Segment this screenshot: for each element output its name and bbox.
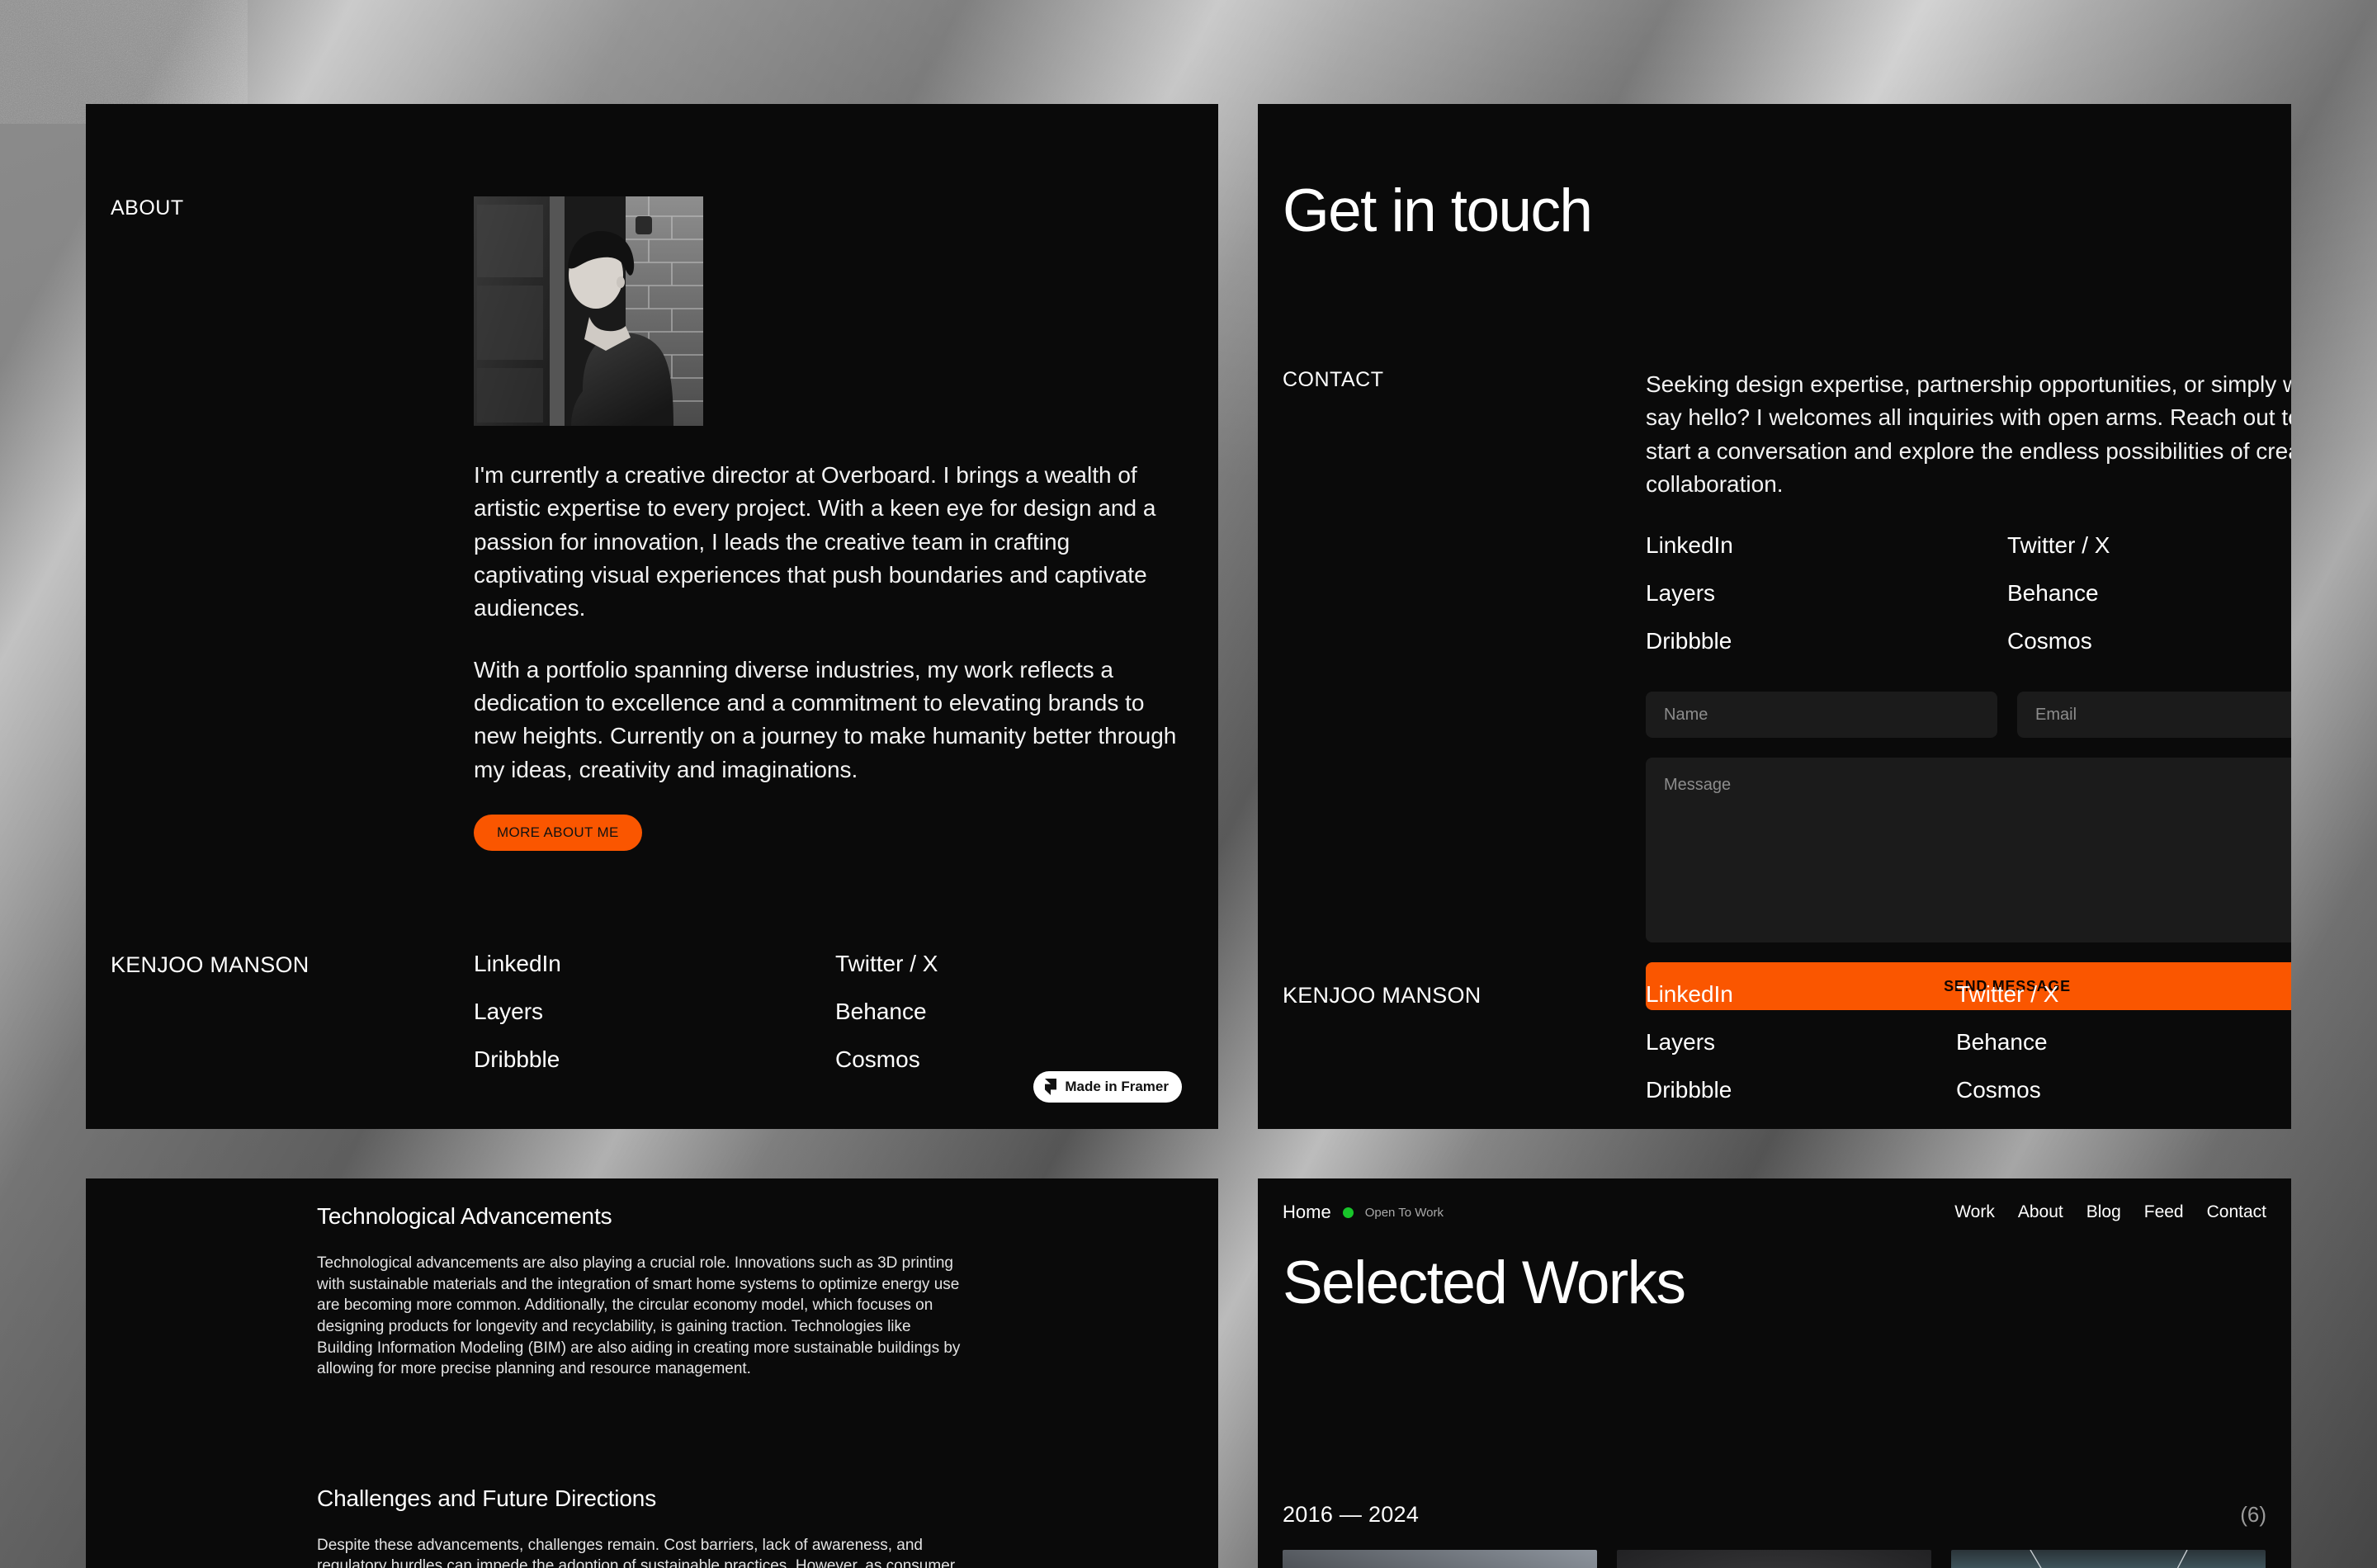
nav-link-home[interactable]: Home	[1283, 1202, 1331, 1223]
contact-footer-brand-name: KENJOO MANSON	[1283, 983, 1481, 1008]
works-thumbnail-grid: L-Mockups: MacBook Air	[1283, 1550, 2266, 1568]
contact-content: CONTACT Seeking design expertise, partne…	[1283, 368, 2291, 1011]
contact-form-row	[1646, 692, 2291, 739]
works-count: (6)	[2240, 1502, 2266, 1527]
nav-link-feed[interactable]: Feed	[2144, 1202, 2184, 1222]
about-text-column: I'm currently a creative director at Ove…	[474, 196, 1192, 851]
email-input[interactable]	[2017, 692, 2291, 739]
contact-footer-column-2: Twitter / X Behance Cosmos	[1956, 983, 2266, 1102]
footer-link-layers[interactable]: Layers	[474, 1000, 835, 1023]
open-to-work-status: Open To Work	[1364, 1205, 1444, 1220]
contact-eyebrow-column: CONTACT	[1283, 368, 1646, 1010]
contact-link-twitter[interactable]: Twitter / X	[2007, 534, 2291, 557]
iphone-mockup-thumb[interactable]: L-Mockups	[1617, 1550, 1931, 1568]
contact-eyebrow: CONTACT	[1283, 368, 1384, 391]
article-panel: Technological Advancements Technological…	[86, 1178, 1218, 1568]
contact-link-dribbble[interactable]: Dribbble	[1646, 630, 2007, 653]
about-paragraph-1: I'm currently a creative director at Ove…	[474, 462, 1156, 621]
contact-intro-text: Seeking design expertise, partnership op…	[1646, 371, 2291, 497]
contact-form-column: Seeking design expertise, partnership op…	[1646, 368, 2291, 1011]
macbook-mockup-thumb[interactable]: L-Mockups: MacBook Air	[1283, 1550, 1597, 1568]
footer-link-behance[interactable]: Behance	[835, 1000, 938, 1023]
footer-link-linkedin[interactable]: LinkedIn	[474, 952, 835, 975]
contact-footer-link-behance[interactable]: Behance	[1956, 1031, 2266, 1054]
contact-footer-link-cosmos[interactable]: Cosmos	[1956, 1079, 2266, 1102]
about-paragraph-2: With a portfolio spanning diverse indust…	[474, 656, 1177, 782]
contact-form: SEND MESSAGE	[1646, 692, 2291, 1011]
about-eyebrow-column: ABOUT	[111, 196, 474, 851]
contact-link-behance[interactable]: Behance	[2007, 582, 2291, 605]
nav-link-work[interactable]: Work	[1954, 1202, 1995, 1222]
contact-links-column-2: Twitter / X Behance Cosmos	[2007, 534, 2291, 653]
about-panel: ABOUT I'm currently a creative director …	[86, 104, 1218, 1129]
footer-links-column-1: LinkedIn Layers Dribbble	[474, 952, 835, 1071]
article-heading-2: Challenges and Future Directions	[317, 1485, 657, 1511]
contact-link-linkedin[interactable]: LinkedIn	[1646, 534, 2007, 557]
contact-footer-link-linkedin[interactable]: LinkedIn	[1646, 983, 1956, 1006]
message-textarea[interactable]	[1646, 758, 2291, 943]
navbar-right: Work About Blog Feed Contact	[1954, 1202, 2266, 1222]
works-year-range: 2016 — 2024	[1283, 1502, 1420, 1527]
more-about-me-button[interactable]: MORE ABOUT ME	[474, 814, 642, 851]
status-dot-icon	[1342, 1207, 1354, 1218]
site-navbar: Home Open To Work Work About Blog Feed C…	[1283, 1202, 2266, 1223]
contact-footer-column-1: LinkedIn Layers Dribbble	[1646, 983, 1956, 1102]
contact-footer: KENJOO MANSON LinkedIn Layers Dribbble T…	[1283, 983, 2266, 1102]
article-heading-1: Technological Advancements	[317, 1203, 612, 1229]
made-in-framer-label: Made in Framer	[1065, 1079, 1169, 1094]
article-spacer	[317, 1380, 969, 1485]
contact-social-links: LinkedIn Layers Dribbble Twitter / X Beh…	[1646, 534, 2291, 653]
footer-link-cosmos[interactable]: Cosmos	[835, 1048, 938, 1071]
about-footer: KENJOO MANSON LinkedIn Layers Dribbble T…	[111, 952, 1192, 1071]
article-body-1: Technological advancements are also play…	[317, 1254, 961, 1378]
contact-footer-link-twitter[interactable]: Twitter / X	[1956, 983, 2266, 1006]
hanging-card-thumb[interactable]: Lorem: +123-456-8200 Street Castlin Lane…	[1951, 1550, 2266, 1568]
footer-link-dribbble[interactable]: Dribbble	[474, 1048, 835, 1071]
footer-links-column-2: Twitter / X Behance Cosmos	[835, 952, 938, 1071]
navbar-left: Home Open To Work	[1283, 1202, 1444, 1223]
works-page-title: Selected Works	[1283, 1249, 1686, 1316]
works-panel: Home Open To Work Work About Blog Feed C…	[1258, 1178, 2291, 1568]
contact-panel: Get in touch CONTACT Seeking design expe…	[1258, 104, 2291, 1129]
portrait-photo	[474, 196, 703, 426]
made-in-framer-badge[interactable]: Made in Framer	[1033, 1071, 1182, 1103]
article-body-2: Despite these advancements, challenges r…	[317, 1536, 956, 1568]
about-eyebrow: ABOUT	[111, 196, 184, 220]
contact-links-column-1: LinkedIn Layers Dribbble	[1646, 534, 2007, 653]
footer-brand-name: KENJOO MANSON	[111, 952, 310, 977]
contact-footer-link-dribbble[interactable]: Dribbble	[1646, 1079, 1956, 1102]
article-content: Technological Advancements Technological…	[317, 1203, 969, 1568]
name-input[interactable]	[1646, 692, 1997, 739]
framer-icon	[1044, 1079, 1057, 1095]
contact-link-cosmos[interactable]: Cosmos	[2007, 630, 2291, 653]
nav-link-contact[interactable]: Contact	[2207, 1202, 2266, 1222]
footer-link-twitter[interactable]: Twitter / X	[835, 952, 938, 975]
works-meta-row: 2016 — 2024 (6)	[1283, 1502, 2266, 1528]
contact-message-row	[1646, 758, 2291, 943]
contact-link-layers[interactable]: Layers	[1646, 582, 2007, 605]
about-content: ABOUT I'm currently a creative director …	[111, 196, 1192, 851]
contact-page-title: Get in touch	[1283, 177, 1593, 244]
nav-link-blog[interactable]: Blog	[2086, 1202, 2121, 1222]
contact-footer-link-layers[interactable]: Layers	[1646, 1031, 1956, 1054]
nav-link-about[interactable]: About	[2018, 1202, 2063, 1222]
